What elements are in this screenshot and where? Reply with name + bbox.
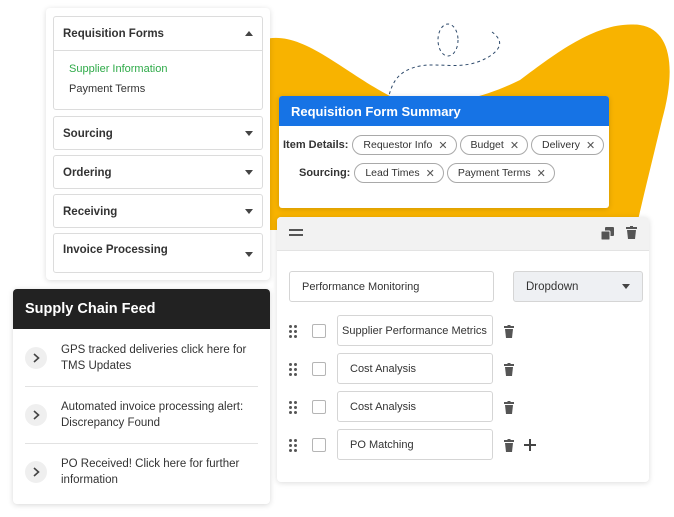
close-icon[interactable]: ✕ [426, 167, 435, 180]
accordion-item-supplier-information[interactable]: Supplier Information [69, 59, 247, 79]
divider [25, 386, 258, 387]
chip-delivery: Delivery ✕ [531, 135, 605, 155]
feed-item[interactable]: PO Received! Click here for further info… [25, 456, 258, 488]
accordion-header-label: Sourcing [63, 127, 113, 140]
chip-budget: Budget ✕ [459, 135, 529, 155]
accordion-header-requisition-forms[interactable]: Requisition Forms [54, 17, 262, 50]
chevron-down-icon [245, 170, 253, 175]
close-icon[interactable]: ✕ [586, 139, 595, 152]
trash-icon[interactable] [626, 226, 637, 239]
feed-title: Supply Chain Feed [13, 289, 270, 329]
chip-requestor-info: Requestor Info ✕ [352, 135, 457, 155]
close-icon[interactable]: ✕ [438, 139, 447, 152]
drag-handle-icon[interactable] [289, 363, 299, 377]
chevron-down-icon [245, 209, 253, 214]
summary-row-label: Item Details: [283, 139, 349, 151]
accordion-header-label: Ordering [63, 166, 112, 179]
chevron-down-icon [245, 252, 253, 257]
feed-item-text: Automated invoice processing alert: Disc… [61, 401, 244, 429]
chevron-up-icon [245, 31, 253, 36]
option-checkbox[interactable] [312, 324, 326, 338]
accordion-section-requisition-forms: Requisition Forms Supplier Information P… [53, 16, 263, 110]
summary-row-label: Sourcing: [299, 167, 351, 179]
chip-lead-times: Lead Times ✕ [354, 163, 444, 183]
summary-title: Requisition Form Summary [279, 96, 609, 126]
drag-handle-icon[interactable] [289, 439, 299, 453]
dashed-path [387, 31, 501, 101]
option-input[interactable]: Supplier Performance Metrics [337, 315, 493, 346]
close-icon[interactable]: ✕ [537, 167, 546, 180]
trash-icon[interactable] [504, 401, 514, 414]
accordion-header-label: Receiving [63, 205, 118, 218]
feed-item-text: PO Received! Click here for further info… [61, 458, 240, 486]
chevron-right-icon [25, 347, 47, 369]
trash-icon[interactable] [504, 325, 514, 338]
summary-row-sourcing: Sourcing: Lead Times ✕ Payment Terms ✕ [299, 163, 558, 183]
dashed-loop [437, 23, 459, 57]
requisition-accordion: Requisition Forms Supplier Information P… [46, 8, 270, 280]
chevron-right-icon [25, 461, 47, 483]
accordion-header-label: Invoice Processing [63, 244, 168, 256]
accordion-section-sourcing[interactable]: Sourcing [53, 116, 263, 150]
close-icon[interactable]: ✕ [510, 139, 519, 152]
option-checkbox[interactable] [312, 400, 326, 414]
feed-item[interactable]: GPS tracked deliveries click here for TM… [25, 342, 258, 374]
accordion-section-receiving[interactable]: Receiving [53, 194, 263, 228]
question-input[interactable]: Performance Monitoring [289, 271, 494, 302]
form-builder-card: Performance Monitoring Dropdown Supplier… [277, 217, 649, 482]
drag-handle-icon[interactable] [289, 401, 299, 415]
field-type-select[interactable]: Dropdown [513, 271, 643, 302]
menu-icon[interactable] [289, 228, 303, 238]
feed-item-text: GPS tracked deliveries click here for TM… [61, 344, 247, 372]
field-type-value: Dropdown [526, 280, 579, 293]
trash-icon[interactable] [504, 363, 514, 376]
drag-handle-icon[interactable] [289, 325, 299, 339]
supply-chain-feed-card: Supply Chain Feed GPS tracked deliveries… [13, 289, 270, 504]
accordion-header-label: Requisition Forms [63, 27, 164, 40]
option-input[interactable]: Cost Analysis [337, 391, 493, 422]
chip-payment-terms: Payment Terms ✕ [446, 163, 555, 183]
requisition-summary-card: Requisition Form Summary Item Details: R… [279, 96, 609, 208]
option-input[interactable]: PO Matching [337, 429, 493, 460]
plus-icon[interactable] [524, 439, 536, 451]
builder-toolbar [277, 217, 649, 251]
chevron-right-icon [25, 404, 47, 426]
accordion-section-invoice-processing[interactable]: Invoice Processing [53, 233, 263, 273]
option-checkbox[interactable] [312, 438, 326, 452]
option-input[interactable]: Cost Analysis [337, 353, 493, 384]
divider [25, 443, 258, 444]
chevron-down-icon [245, 131, 253, 136]
option-checkbox[interactable] [312, 362, 326, 376]
chevron-down-icon [622, 284, 630, 289]
copy-icon[interactable] [601, 227, 614, 240]
accordion-item-payment-terms[interactable]: Payment Terms [69, 79, 247, 99]
summary-row-item-details: Item Details: Requestor Info ✕ Budget ✕ De… [283, 135, 607, 155]
feed-item[interactable]: Automated invoice processing alert: Disc… [25, 399, 258, 431]
trash-icon[interactable] [504, 439, 514, 452]
accordion-section-ordering[interactable]: Ordering [53, 155, 263, 189]
